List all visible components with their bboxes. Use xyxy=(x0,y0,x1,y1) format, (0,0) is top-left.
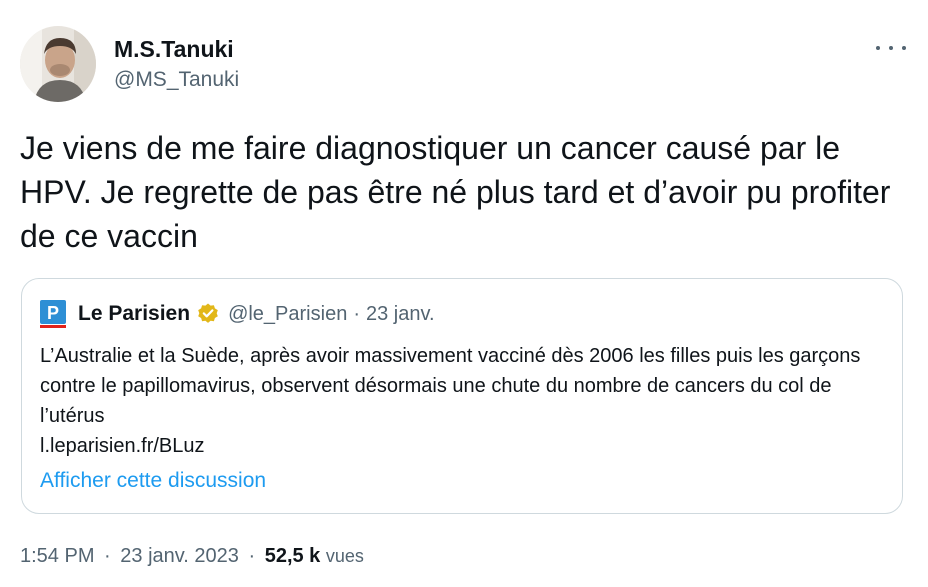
more-options-button[interactable] xyxy=(876,38,906,58)
quoted-author-handle[interactable]: @le_Parisien xyxy=(228,303,347,326)
tweet-text: Je viens de me faire diagnostiquer un ca… xyxy=(20,130,891,254)
author-display-name[interactable]: M.S.Tanuki xyxy=(114,35,239,63)
author-info: M.S.Tanuki @MS_Tanuki xyxy=(114,35,239,93)
quoted-tweet-date[interactable]: 23 janv. xyxy=(366,303,435,326)
tweet-time[interactable]: 1:54 PM xyxy=(20,545,94,567)
tweet-card: M.S.Tanuki @MS_Tanuki Je viens de me fai… xyxy=(0,0,928,587)
quoted-tweet-link[interactable]: l.leparisien.fr/BLuz xyxy=(40,431,205,461)
footer-separator: · xyxy=(248,545,256,567)
more-dots-icon xyxy=(902,46,906,50)
tweet-footer: 1:54 PM · 23 janv. 2023 · 52,5 k vues xyxy=(20,543,364,569)
footer-separator: · xyxy=(104,545,111,567)
quoted-tweet[interactable]: P Le Parisien @le_Parisien · 23 janv. L’… xyxy=(21,278,903,514)
le-parisien-logo-icon: P xyxy=(40,300,66,328)
quoted-author-name[interactable]: Le Parisien xyxy=(78,302,190,326)
quoted-tweet-header: P Le Parisien @le_Parisien · 23 janv. xyxy=(40,300,435,328)
views-label: vues xyxy=(325,546,364,566)
meta-separator: · xyxy=(353,302,360,325)
more-dots-icon xyxy=(889,46,893,50)
more-dots-icon xyxy=(876,46,880,50)
author-handle[interactable]: @MS_Tanuki xyxy=(114,67,239,93)
show-thread-link[interactable]: Afficher cette discussion xyxy=(40,466,266,496)
le-parisien-logo-letter: P xyxy=(47,303,59,323)
quoted-tweet-text: L’Australie et la Suède, après avoir mas… xyxy=(40,345,861,427)
views-count: 52,5 k xyxy=(264,545,321,567)
tweet-date[interactable]: 23 janv. 2023 xyxy=(120,545,239,567)
author-avatar[interactable] xyxy=(20,26,96,102)
verified-badge-icon xyxy=(198,303,218,323)
